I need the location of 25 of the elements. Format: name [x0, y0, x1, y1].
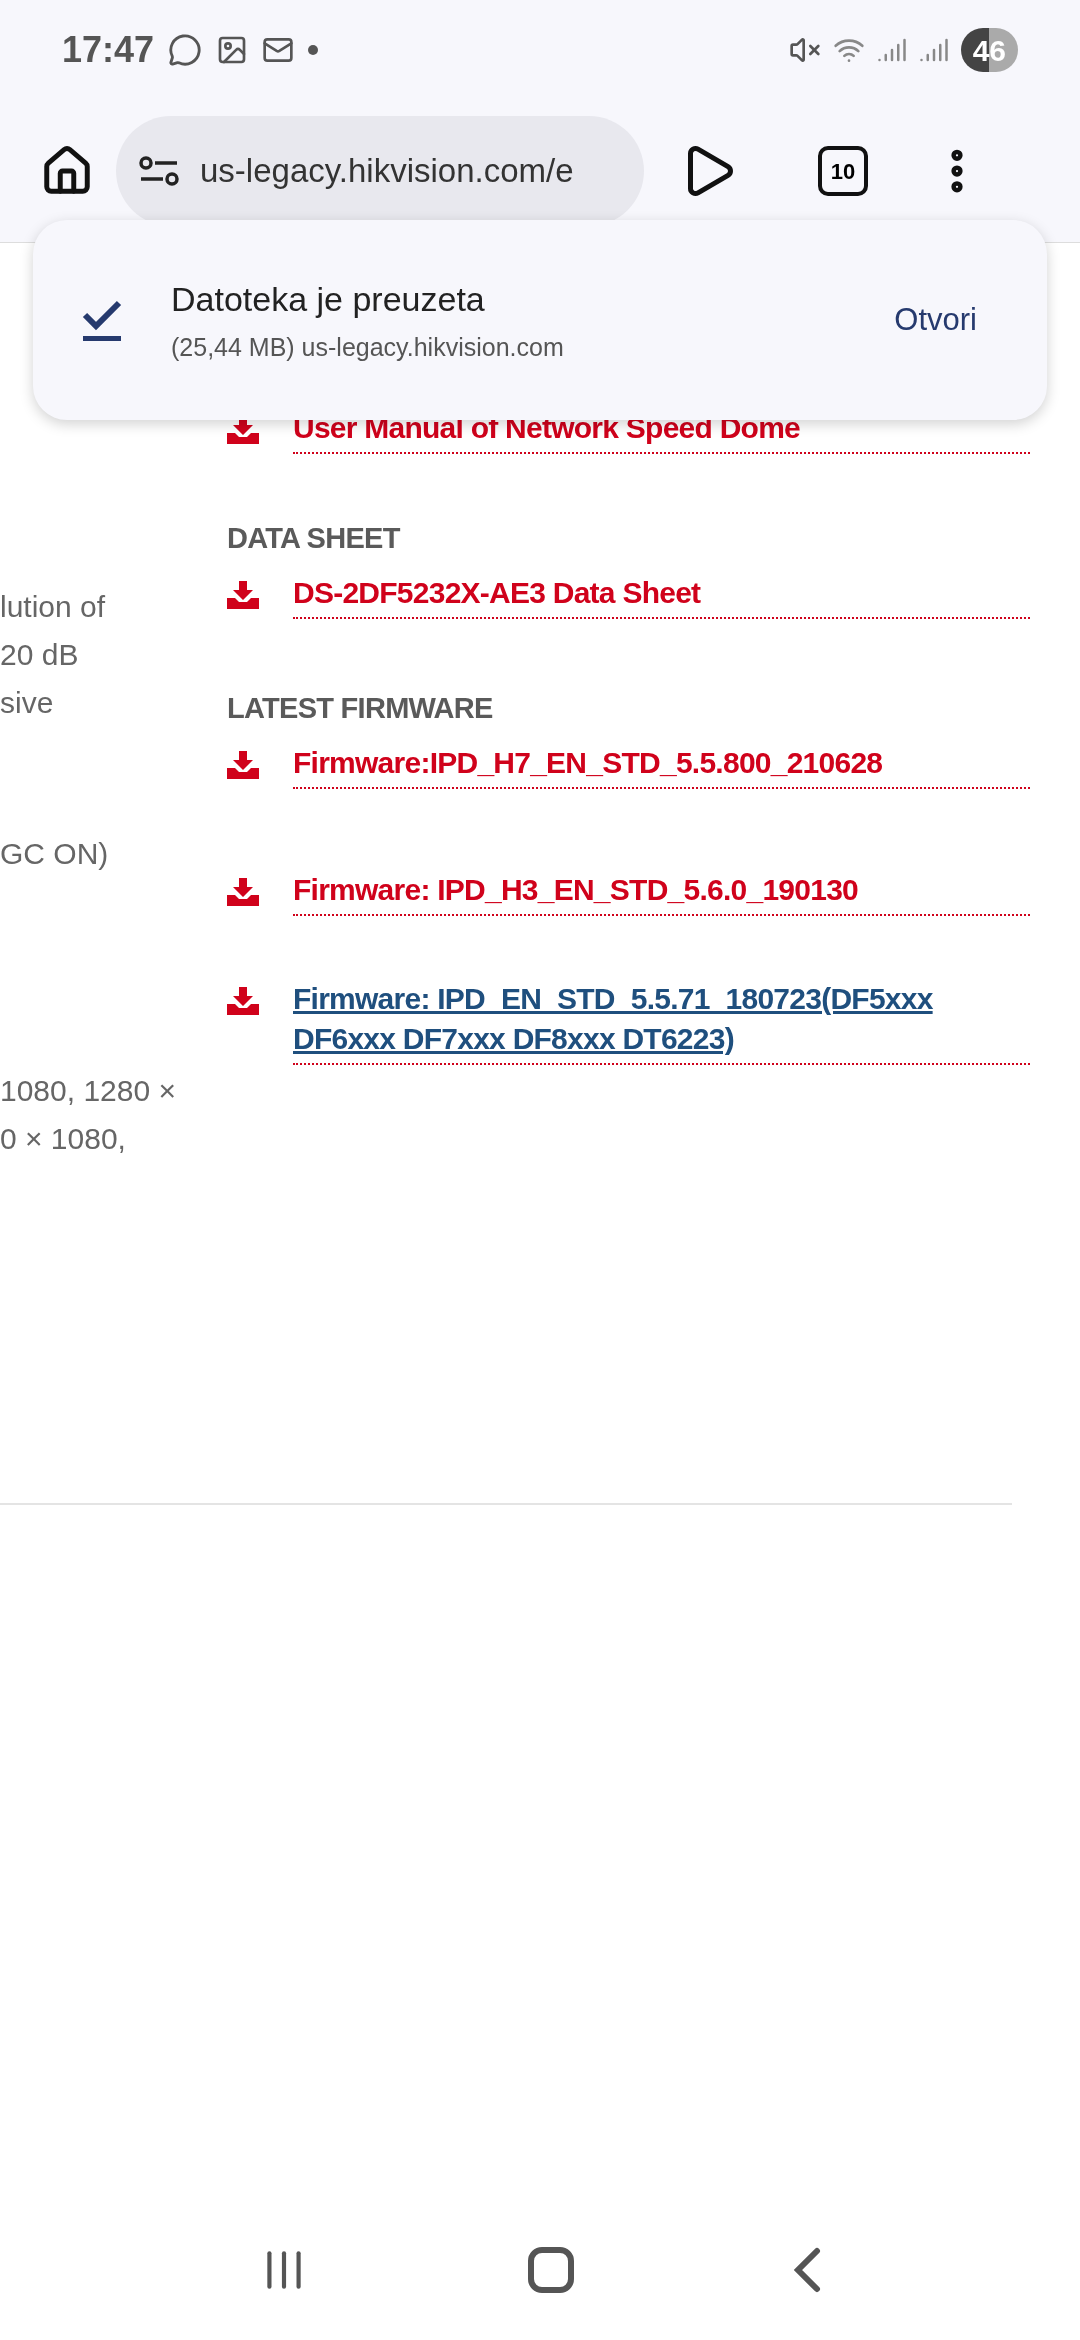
download-done-icon: [81, 299, 123, 341]
clock-time: 17:47: [62, 28, 155, 72]
download-icon: [227, 581, 259, 609]
chat-icon: [168, 33, 203, 67]
section-heading: DATA SHEET: [227, 521, 402, 556]
download-icon: [227, 751, 259, 779]
toast-title: Datoteka je preuzeta: [171, 278, 486, 320]
url-text: us-legacy.hikvision.com/e: [200, 151, 574, 192]
site-settings-icon[interactable]: [138, 155, 180, 187]
open-button[interactable]: Otvori: [894, 296, 977, 344]
download-icon: [227, 987, 259, 1015]
download-icon: [227, 878, 259, 906]
download-link[interactable]: Firmware: IPD_H3_EN_STD_5.6.0_190130: [293, 870, 1030, 910]
download-link[interactable]: DS-2DF5232X-AE3 Data Sheet: [293, 573, 1030, 613]
text-fragment: lution of 20 dB sive: [0, 589, 107, 721]
home-button-icon[interactable]: [528, 2247, 574, 2293]
download-link[interactable]: Firmware: IPD_EN_STD_5.5.71_180723(DF5xxx DF6xxx DF7xxx DF8xxx DT6223): [293, 979, 1030, 1059]
text-fragment: 1080, 1280 × 0 × 1080,: [0, 1073, 177, 1157]
tab-count[interactable]: 10: [818, 146, 868, 196]
battery-level: 46: [960, 28, 1018, 72]
toast-detail: (25,44 MB) us-legacy.hikvision.com: [171, 331, 565, 363]
download-link[interactable]: Firmware:IPD_H7_EN_STD_5.5.800_210628: [293, 743, 1030, 783]
section-heading: LATEST FIRMWARE: [227, 691, 494, 726]
back-icon[interactable]: [792, 2247, 821, 2293]
text-fragment: GC ON): [0, 836, 110, 872]
